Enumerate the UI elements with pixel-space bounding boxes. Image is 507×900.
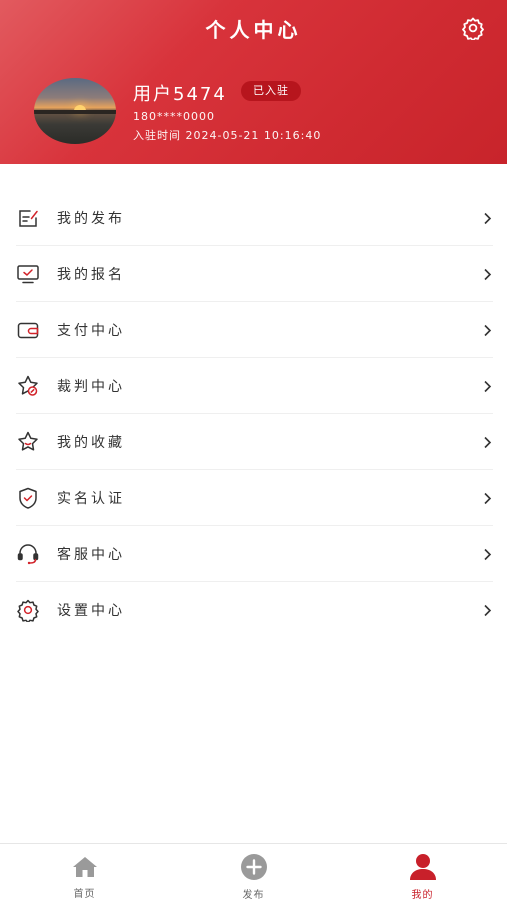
menu-item-label: 我的报名	[57, 267, 125, 283]
chevron-right-icon	[481, 323, 493, 337]
menu-item-label: 我的收藏	[57, 435, 125, 451]
chevron-right-icon	[481, 547, 493, 561]
menu-item-referee-center[interactable]: 裁判中心	[0, 358, 507, 414]
chevron-right-icon	[481, 267, 493, 281]
menu-item-my-registrations[interactable]: 我的报名	[0, 246, 507, 302]
menu-item-label: 设置中心	[57, 603, 125, 619]
edit-document-icon	[16, 206, 40, 230]
wallet-icon	[16, 318, 40, 342]
menu-item-real-name-verification[interactable]: 实名认证	[0, 470, 507, 526]
star-badge-icon	[16, 374, 40, 398]
tab-home[interactable]: 首页	[0, 844, 169, 900]
menu-item-my-favorites[interactable]: 我的收藏	[0, 414, 507, 470]
star-icon	[16, 430, 40, 454]
home-icon	[70, 853, 100, 880]
menu-item-payment-center[interactable]: 支付中心	[0, 302, 507, 358]
tab-label: 我的	[411, 890, 434, 900]
gear-icon	[461, 16, 485, 44]
page-title: 个人中心	[205, 18, 302, 42]
gear-icon	[16, 598, 40, 622]
avatar[interactable]	[34, 78, 116, 144]
menu-item-settings-center[interactable]: 设置中心	[0, 582, 507, 638]
join-time: 入驻时间 2024-05-21 10:16:40	[133, 129, 322, 142]
menu-item-label: 客服中心	[57, 547, 125, 563]
menu-item-label: 我的发布	[57, 211, 125, 227]
bottom-tab-bar: 首页 发布 我的	[0, 843, 507, 900]
menu-item-my-posts[interactable]: 我的发布	[0, 190, 507, 246]
profile-page: 个人中心 用户5474 已入驻 180****0000 入驻时间 2024-05…	[0, 0, 507, 900]
chevron-right-icon	[481, 603, 493, 617]
headset-icon	[16, 542, 40, 566]
menu-item-label: 裁判中心	[57, 379, 125, 395]
shield-check-icon	[16, 486, 40, 510]
status-badge: 已入驻	[241, 81, 301, 101]
monitor-check-icon	[16, 262, 40, 286]
menu-item-label: 支付中心	[57, 323, 125, 339]
menu-item-customer-service[interactable]: 客服中心	[0, 526, 507, 582]
username: 用户5474	[133, 84, 227, 105]
chevron-right-icon	[481, 211, 493, 225]
tab-label: 发布	[242, 890, 265, 900]
tab-label: 首页	[73, 889, 96, 900]
avatar-horizon	[34, 110, 116, 114]
chevron-right-icon	[481, 379, 493, 393]
menu-list: 我的发布 我的报名 支付中心 裁判中心 我的收藏 实名认证 客服中心 设置中心	[0, 190, 507, 638]
chevron-right-icon	[481, 491, 493, 505]
user-icon	[408, 853, 438, 881]
tab-publish[interactable]: 发布	[169, 844, 338, 900]
menu-item-label: 实名认证	[57, 491, 125, 507]
plus-circle-icon	[239, 853, 269, 881]
profile-header: 个人中心 用户5474 已入驻 180****0000 入驻时间 2024-05…	[0, 0, 507, 164]
settings-button[interactable]	[459, 16, 487, 44]
chevron-right-icon	[481, 435, 493, 449]
phone-number: 180****0000	[133, 110, 215, 123]
tab-mine[interactable]: 我的	[338, 844, 507, 900]
